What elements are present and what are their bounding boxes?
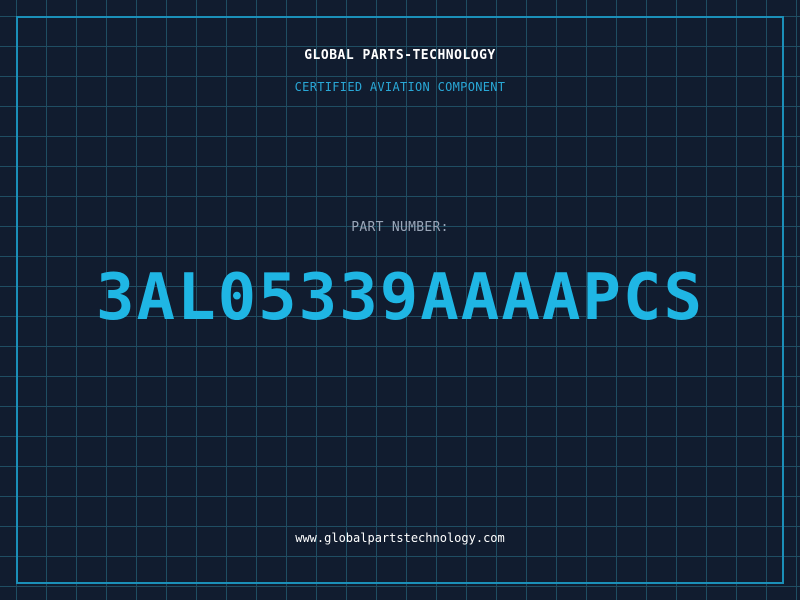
website-url: www.globalpartstechnology.com	[295, 531, 505, 545]
part-number-label: PART NUMBER:	[351, 220, 449, 235]
part-card: GLOBAL PARTS-TECHNOLOGY CERTIFIED AVIATI…	[0, 0, 800, 600]
company-name: GLOBAL PARTS-TECHNOLOGY	[304, 48, 496, 63]
certification-tagline: CERTIFIED AVIATION COMPONENT	[294, 80, 506, 94]
part-number-value: 3AL05339AAAAPCS	[96, 261, 704, 335]
